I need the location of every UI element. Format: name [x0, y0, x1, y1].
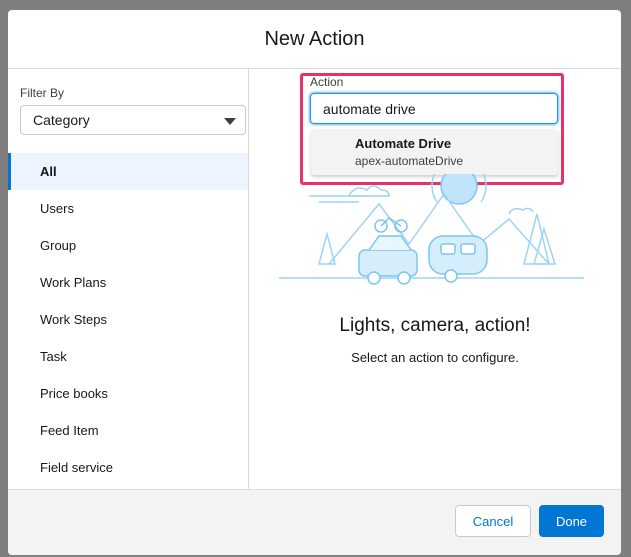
- done-button[interactable]: Done: [539, 505, 604, 537]
- category-item-work-steps[interactable]: Work Steps: [8, 301, 248, 338]
- caret-down-icon: [224, 118, 236, 125]
- action-search-input[interactable]: automate drive: [310, 93, 558, 124]
- cancel-button[interactable]: Cancel: [455, 505, 531, 537]
- filter-by-label: Filter By: [20, 86, 65, 100]
- category-label: Work Steps: [40, 312, 107, 327]
- filter-by-select[interactable]: Category: [20, 105, 246, 135]
- result-title: Automate Drive: [355, 136, 452, 151]
- category-item-task[interactable]: Task: [8, 338, 248, 375]
- category-label: Feed Item: [40, 423, 99, 438]
- camping-illustration: [279, 174, 584, 285]
- category-label: Users: [40, 201, 74, 216]
- category-label: Group: [40, 238, 77, 253]
- modal-footer: Cancel Done: [8, 489, 621, 555]
- category-list: All Users Group Work Plans Work Steps Ta…: [8, 153, 248, 486]
- action-label: Action: [310, 75, 344, 89]
- filter-panel: Filter By Category All Users Group Work …: [8, 69, 249, 490]
- action-search-value: automate drive: [323, 100, 416, 117]
- category-item-all[interactable]: All: [8, 153, 248, 190]
- new-action-modal: New Action Filter By Category All Users …: [8, 10, 621, 555]
- filter-by-value: Category: [33, 112, 90, 128]
- action-panel: Action automate drive Automate Drive ape…: [249, 69, 621, 490]
- category-item-feed-item[interactable]: Feed Item: [8, 412, 248, 449]
- category-item-work-plans[interactable]: Work Plans: [8, 264, 248, 301]
- empty-state-subline: Select an action to configure.: [351, 350, 519, 365]
- modal-header: New Action: [8, 10, 621, 69]
- modal-body: Filter By Category All Users Group Work …: [8, 69, 621, 490]
- category-item-group[interactable]: Group: [8, 227, 248, 264]
- category-item-price-books[interactable]: Price books: [8, 375, 248, 412]
- category-item-field-service[interactable]: Field service: [8, 449, 248, 486]
- category-label: Field service: [40, 460, 113, 475]
- category-label: Task: [40, 349, 67, 364]
- action-result-option[interactable]: Automate Drive apex-automateDrive: [311, 129, 558, 175]
- category-label: Work Plans: [40, 275, 107, 290]
- modal-title: New Action: [264, 27, 365, 50]
- category-label: Price books: [40, 386, 108, 401]
- category-label: All: [40, 164, 57, 179]
- category-item-users[interactable]: Users: [8, 190, 248, 227]
- result-subtitle: apex-automateDrive: [355, 154, 464, 168]
- empty-state-headline: Lights, camera, action!: [339, 315, 531, 336]
